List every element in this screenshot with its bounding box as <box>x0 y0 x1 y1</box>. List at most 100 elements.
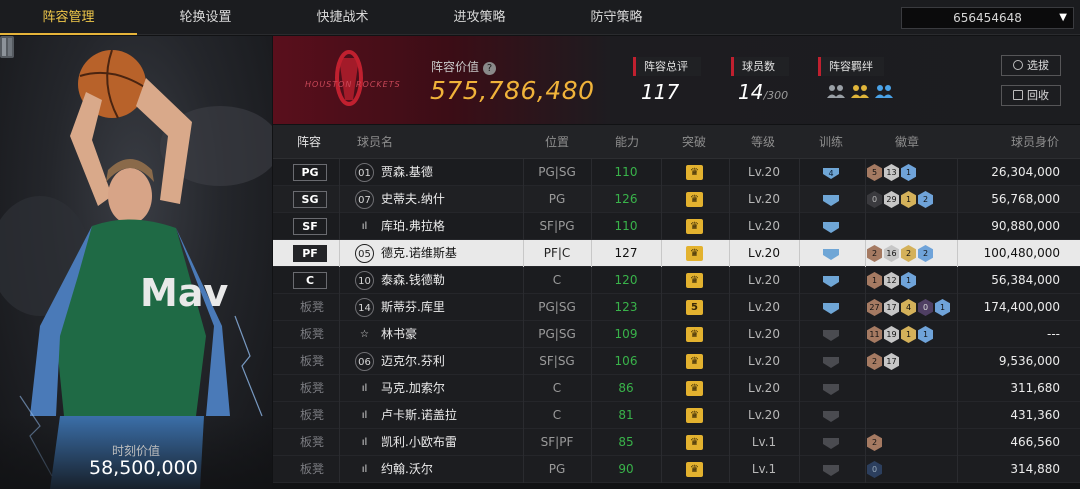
col-training[interactable]: 训练 <box>819 125 843 159</box>
column-divider <box>339 375 340 402</box>
column-divider <box>661 186 662 213</box>
badge-list[interactable]: 2 17 <box>867 353 899 370</box>
lineup-slot-badge[interactable]: PF <box>293 245 327 262</box>
tab-quick-tactics[interactable]: 快捷战术 <box>274 0 411 35</box>
col-player-value[interactable]: 球员身价 <box>1011 125 1059 159</box>
breakthrough-crown-icon[interactable]: ♛ <box>686 192 703 207</box>
breakthrough-crown-icon[interactable]: ♛ <box>686 165 703 180</box>
player-position: PG|SG <box>538 327 576 341</box>
select-button-label: 选拔 <box>1027 59 1049 72</box>
table-row[interactable]: 板凳 ıl 凯利.小欧布雷 SF|PF 85 Lv.1 466,560 ♛ 2 <box>273 429 1080 456</box>
col-breakthrough[interactable]: 突破 <box>682 125 706 159</box>
col-level[interactable]: 等级 <box>751 125 775 159</box>
column-divider <box>799 213 800 240</box>
breakthrough-crown-icon[interactable]: ♛ <box>686 381 703 396</box>
badge-list[interactable]: 2 <box>867 434 882 451</box>
help-icon[interactable]: ? <box>483 62 497 75</box>
recycle-button[interactable]: 回收 <box>1001 85 1061 106</box>
breakthrough-crown-icon[interactable]: ♛ <box>686 435 703 450</box>
badge-gold-icon: 1 <box>901 191 916 208</box>
tab-offense-strategy[interactable]: 进攻策略 <box>411 0 548 35</box>
table-row[interactable]: C 10 泰森.钱德勒 C 120 Lv.20 56,384,000 ♛ 1 12 1 <box>273 267 1080 294</box>
breakthrough-crown-icon[interactable]: ♛ <box>686 273 703 288</box>
table-row[interactable]: PG 01 贾森.基德 PG|SG 110 Lv.20 26,304,000 ♛ 4 5 13 1 <box>273 159 1080 186</box>
top-nav: 阵容管理 轮换设置 快捷战术 进攻策略 防守策略 656454648 ▼ <box>0 0 1080 35</box>
training-level-icon[interactable] <box>821 301 841 315</box>
team-select-dropdown[interactable]: 656454648 ▼ <box>901 7 1074 29</box>
breakthrough-crown-icon[interactable]: 5 <box>686 300 703 315</box>
col-ability[interactable]: 能力 <box>615 125 639 159</box>
bond-group-blue-icon[interactable] <box>874 82 894 100</box>
tab-rotation-settings[interactable]: 轮换设置 <box>137 0 274 35</box>
lineup-slot-badge[interactable]: SF <box>293 218 327 235</box>
column-divider <box>865 429 866 456</box>
bond-group-gray-icon[interactable] <box>826 82 846 100</box>
lineup-slot-badge[interactable]: SG <box>293 191 327 208</box>
table-row[interactable]: 板凳 14 斯蒂芬.库里 PG|SG 123 Lv.20 174,400,000 5 27 17 4… <box>273 294 1080 321</box>
breakthrough-crown-icon[interactable]: ♛ <box>686 354 703 369</box>
column-divider <box>865 402 866 429</box>
training-level-icon[interactable] <box>821 220 841 234</box>
select-button[interactable]: 选拔 <box>1001 55 1061 76</box>
col-badges[interactable]: 徽章 <box>895 125 919 159</box>
training-level-icon[interactable] <box>821 382 841 396</box>
breakthrough-crown-icon[interactable]: ♛ <box>686 219 703 234</box>
table-row[interactable]: PF 05 德克.诺维斯基 PF|C 127 Lv.20 100,480,000 ♛ 2 16 2 2 <box>273 240 1080 267</box>
breakthrough-crown-icon[interactable]: ♛ <box>686 246 703 261</box>
badge-list[interactable]: 0 29 1 2 <box>867 191 933 208</box>
table-row[interactable]: 板凳 ☆ 林书豪 PG|SG 109 Lv.20 --- ♛ 11 19 1 1 <box>273 321 1080 348</box>
tab-lineup-management[interactable]: 阵容管理 <box>0 0 137 35</box>
bench-label: 板凳 <box>300 300 325 314</box>
column-divider <box>865 348 866 375</box>
training-level-icon[interactable] <box>821 274 841 288</box>
player-ability: 127 <box>614 246 638 260</box>
player-value: 174,400,000 <box>983 300 1060 314</box>
player-position: SF|PG <box>539 219 575 233</box>
player-value: 466,560 <box>1010 435 1060 449</box>
badge-list[interactable]: 0 <box>867 461 882 478</box>
breakthrough-crown-icon[interactable]: ♛ <box>686 408 703 423</box>
column-divider <box>799 321 800 348</box>
col-position[interactable]: 位置 <box>545 125 569 159</box>
col-lineup[interactable]: 阵容 <box>297 125 321 159</box>
training-level-icon[interactable] <box>821 463 841 477</box>
column-divider <box>799 375 800 402</box>
col-player-name[interactable]: 球员名 <box>357 125 393 159</box>
table-row[interactable]: 板凳 ıl 约翰.沃尔 PG 90 Lv.1 314,880 ♛ 0 <box>273 456 1080 483</box>
player-count: 14/300 <box>738 80 788 104</box>
badge-list[interactable]: 5 13 1 <box>867 164 916 181</box>
lineup-slot-badge[interactable]: C <box>293 272 327 289</box>
table-row[interactable]: SF ıl 库珀.弗拉格 SF|PG 110 Lv.20 90,880,000 ♛ <box>273 213 1080 240</box>
breakthrough-crown-icon[interactable]: ♛ <box>686 462 703 477</box>
badge-list[interactable]: 2 16 2 2 <box>867 245 933 262</box>
breakthrough-crown-icon[interactable]: ♛ <box>686 327 703 342</box>
featured-player-card[interactable]: Mav 时刻价值 58,500,000 <box>0 36 272 489</box>
badge-bronze-icon: 2 <box>867 353 882 370</box>
training-level-icon[interactable] <box>821 328 841 342</box>
badge-dark-icon: 0 <box>867 191 882 208</box>
player-level: Lv.20 <box>748 246 780 260</box>
column-divider <box>661 348 662 375</box>
tab-defense-strategy[interactable]: 防守策略 <box>548 0 685 35</box>
table-row[interactable]: 板凳 ıl 卢卡斯.诺盖拉 C 81 Lv.20 431,360 ♛ <box>273 402 1080 429</box>
training-level-icon[interactable] <box>821 247 841 261</box>
bond-group-gold-icon[interactable] <box>850 82 870 100</box>
badge-list[interactable]: 11 19 1 1 <box>867 326 933 343</box>
badge-list[interactable]: 1 12 1 <box>867 272 916 289</box>
table-row[interactable]: 板凳 06 迈克尔.芬利 SF|SG 106 Lv.20 9,536,000 ♛ 2 17 <box>273 348 1080 375</box>
table-row[interactable]: SG 07 史蒂夫.纳什 PG 126 Lv.20 56,768,000 ♛ 0 29 1 2 <box>273 186 1080 213</box>
training-level-icon[interactable]: 4 <box>821 166 841 180</box>
player-ability: 106 <box>614 354 638 368</box>
training-level-icon[interactable] <box>821 355 841 369</box>
bond-icons[interactable] <box>826 82 894 100</box>
column-divider <box>799 348 800 375</box>
badge-purple-icon: 0 <box>918 299 933 316</box>
badge-list[interactable]: 27 17 4 0 1 <box>867 299 950 316</box>
lineup-slot-badge[interactable]: PG <box>293 164 327 181</box>
training-level-icon[interactable] <box>821 193 841 207</box>
player-ability: 110 <box>614 219 638 233</box>
table-row[interactable]: 板凳 ıl 马克.加索尔 C 86 Lv.20 311,680 ♛ <box>273 375 1080 402</box>
badge-silver-icon: 16 <box>884 245 899 262</box>
training-level-icon[interactable] <box>821 436 841 450</box>
training-level-icon[interactable] <box>821 409 841 423</box>
